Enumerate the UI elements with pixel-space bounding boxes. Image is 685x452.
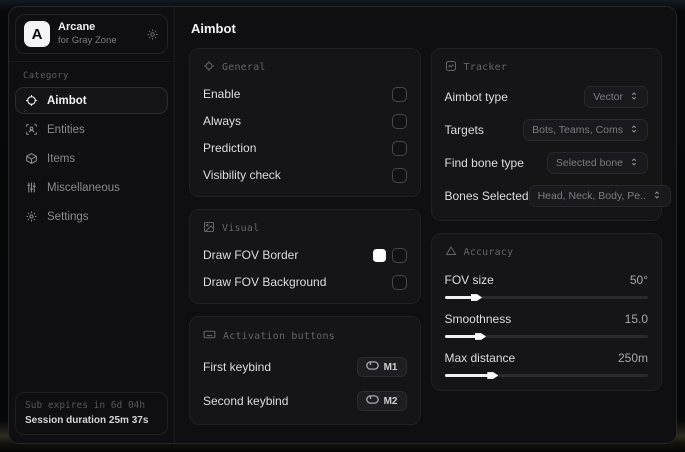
setting-row: Enable: [203, 86, 407, 102]
sliders-icon: [25, 181, 38, 194]
person-scan-icon: [25, 123, 38, 136]
sub-expires-text: Sub expires in 6d 04h: [25, 400, 146, 411]
card-title: Activation buttons: [223, 330, 335, 342]
sidebar-item-label: Items: [47, 152, 76, 165]
sidebar-item-items[interactable]: Items: [15, 145, 168, 172]
sidebar-item-label: Miscellaneous: [47, 181, 120, 194]
crosshair-icon: [25, 94, 38, 107]
max-distance-slider[interactable]: [444, 372, 648, 379]
target-scan-icon: [445, 60, 457, 75]
brand-gear-icon[interactable]: [146, 28, 159, 41]
brand-subtitle: for Gray Zone: [58, 35, 117, 47]
aimbot-type-dropdown[interactable]: Vector: [584, 86, 648, 108]
draw-fov-background-checkbox[interactable]: [391, 274, 407, 290]
accuracy-card: Accuracy FOV size 50° Smoothness 15.0 Ma…: [430, 233, 662, 391]
activation-buttons-card: Activation buttons First keybind M1 Seco…: [189, 316, 421, 425]
image-icon: [203, 221, 215, 236]
visual-card: Visual Draw FOV Border Draw FOV Backgrou…: [189, 209, 421, 304]
unfold-icon: [652, 190, 662, 203]
session-duration-text: Session duration 25m 37s: [25, 415, 149, 426]
mouse-icon: [365, 361, 379, 373]
category-label: Category: [23, 71, 69, 81]
smoothness-value: 15.0: [624, 312, 648, 326]
enable-checkbox[interactable]: [391, 86, 407, 102]
sidebar-item-aimbot[interactable]: Aimbot: [15, 87, 168, 114]
setting-row: Find bone type Selected bone: [445, 152, 648, 174]
unfold-icon: [629, 124, 639, 137]
fov-size-slider[interactable]: [444, 294, 648, 301]
second-keybind-button[interactable]: M2: [356, 391, 407, 411]
card-title: General: [222, 62, 266, 73]
tracker-card: Tracker Aimbot type Vector Targets Bots,…: [430, 48, 671, 221]
setting-row: First keybind M1: [203, 357, 407, 377]
sidebar-item-entities[interactable]: Entities: [15, 116, 168, 143]
mouse-icon: [365, 395, 379, 407]
brand-card: A Arcane for Gray Zone: [15, 14, 168, 54]
max-distance-value: 250m: [617, 351, 648, 365]
brand-logo: A: [24, 21, 50, 47]
unfold-icon: [629, 157, 639, 170]
session-card: Sub expires in 6d 04h Session duration 2…: [15, 392, 168, 435]
setting-row: Second keybind M2: [203, 391, 407, 411]
setting-row: Draw FOV Border: [203, 247, 407, 263]
keyboard-icon: [203, 328, 216, 344]
visibility-check-checkbox[interactable]: [391, 167, 407, 183]
draw-fov-border-checkbox[interactable]: [391, 247, 407, 263]
card-title: Tracker: [463, 62, 508, 73]
sidebar-divider: [9, 61, 174, 62]
always-checkbox[interactable]: [391, 113, 407, 129]
smoothness-slider[interactable]: [444, 333, 648, 340]
slider-thumb[interactable]: [470, 294, 482, 301]
setting-row: Draw FOV Background: [203, 274, 407, 290]
sidebar-item-label: Aimbot: [47, 94, 87, 107]
setting-row: Aimbot type Vector: [445, 86, 648, 108]
find-bone-type-dropdown[interactable]: Selected bone: [546, 152, 648, 174]
slider-row: FOV size 50°: [444, 273, 648, 301]
targets-dropdown[interactable]: Bots, Teams, Coms: [523, 119, 648, 141]
card-title: Visual: [222, 223, 260, 234]
setting-row: Bones Selected Head, Neck, Body, Pe..: [445, 185, 671, 207]
sidebar-item-miscellaneous[interactable]: Miscellaneous: [15, 174, 168, 201]
page-title: Aimbot: [191, 21, 236, 36]
sidebar-item-label: Settings: [47, 210, 89, 223]
slider-row: Max distance 250m: [444, 351, 648, 379]
crosshair-icon: [203, 60, 215, 75]
unfold-icon: [629, 91, 639, 104]
triangle-icon: [445, 245, 457, 260]
fov-size-value: 50°: [629, 273, 648, 287]
box-icon: [25, 152, 38, 165]
setting-row: Targets Bots, Teams, Coms: [445, 119, 648, 141]
sidebar-item-settings[interactable]: Settings: [15, 203, 168, 230]
slider-thumb[interactable]: [475, 333, 487, 340]
sidebar-item-label: Entities: [47, 123, 85, 136]
card-title: Accuracy: [463, 247, 514, 258]
slider-thumb[interactable]: [487, 372, 499, 379]
setting-row: Always: [203, 113, 407, 129]
first-keybind-button[interactable]: M1: [356, 357, 407, 377]
setting-row: Visibility check: [203, 167, 407, 183]
gear-icon: [25, 210, 38, 223]
brand-name: Arcane: [58, 21, 96, 34]
app-window: A Arcane for Gray Zone Category Aimbot E…: [8, 6, 677, 444]
sidebar: A Arcane for Gray Zone Category Aimbot E…: [9, 7, 175, 443]
general-card: General Enable Always Prediction Visibil…: [189, 48, 421, 197]
slider-row: Smoothness 15.0: [444, 312, 648, 340]
bones-selected-dropdown[interactable]: Head, Neck, Body, Pe..: [528, 185, 671, 207]
fov-border-color-swatch[interactable]: [372, 248, 386, 262]
main-content: Aimbot General Enable Always Prediction …: [175, 7, 676, 443]
prediction-checkbox[interactable]: [391, 140, 407, 156]
setting-row: Prediction: [203, 140, 407, 156]
